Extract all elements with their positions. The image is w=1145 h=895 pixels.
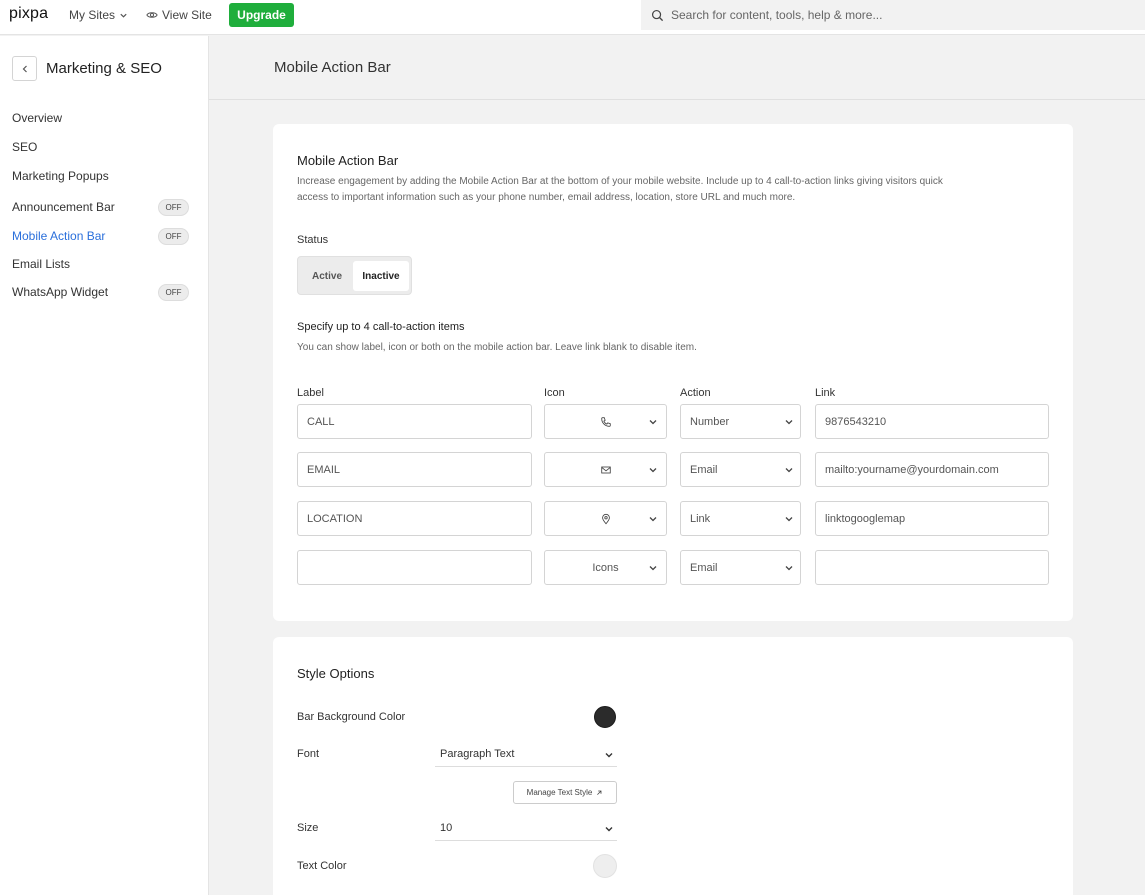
style-options-card: Style Options Bar Background Color Font …	[273, 637, 1073, 895]
cta-icon-select[interactable]	[544, 404, 667, 439]
cta-icon-select[interactable]	[544, 452, 667, 487]
cta-label-input[interactable]	[297, 550, 532, 585]
envelope-icon	[600, 466, 611, 473]
map-pin-icon	[601, 513, 610, 524]
chevron-down-icon	[785, 419, 793, 424]
search-icon	[651, 9, 664, 21]
page-title: Mobile Action Bar	[274, 59, 391, 76]
sidebar-item-marketing-popups[interactable]: Marketing Popups	[12, 166, 189, 186]
search-input[interactable]	[671, 8, 1111, 22]
cta-link-input[interactable]	[815, 550, 1049, 585]
status-active-option[interactable]: Active	[302, 261, 352, 291]
cta-title: Specify up to 4 call-to-action items	[297, 321, 465, 333]
status-badge: OFF	[158, 227, 189, 245]
chevron-down-icon	[120, 13, 127, 18]
sidebar-item-email-lists[interactable]: Email Lists	[12, 254, 189, 274]
top-bar: pixpa My Sites View Site Upgrade	[0, 0, 1145, 35]
my-sites-label: My Sites	[69, 8, 116, 22]
search-bar[interactable]	[641, 0, 1145, 30]
chevron-down-icon	[785, 565, 793, 570]
chevron-down-icon	[785, 467, 793, 472]
sidebar-item-label: Marketing Popups	[12, 169, 109, 183]
sidebar-item-label: Email Lists	[12, 257, 71, 271]
sidebar: Marketing & SEO Overview SEO Marketing P…	[0, 36, 209, 895]
my-sites-menu[interactable]: My Sites	[69, 8, 128, 22]
chevron-down-icon	[605, 827, 613, 832]
icon-select-placeholder: Icons	[592, 561, 619, 574]
view-site-label: View Site	[162, 8, 212, 22]
status-inactive-option[interactable]: Inactive	[353, 261, 409, 291]
cta-label-input[interactable]: LOCATION	[297, 501, 532, 536]
chevron-down-icon	[649, 420, 657, 425]
sidebar-item-label: SEO	[12, 140, 38, 154]
cta-description: You can show label, icon or both on the …	[297, 342, 697, 353]
pixpa-logo[interactable]: pixpa	[9, 5, 48, 23]
font-select[interactable]: Paragraph Text	[435, 741, 617, 767]
cta-link-input[interactable]: linktogooglemap	[815, 501, 1049, 536]
cta-label-input[interactable]: CALL	[297, 404, 532, 439]
sidebar-item-label: Mobile Action Bar	[12, 229, 106, 243]
column-header-link: Link	[815, 387, 836, 399]
phone-icon	[600, 416, 611, 427]
upgrade-button[interactable]: Upgrade	[229, 3, 294, 27]
sidebar-item-announcement-bar[interactable]: Announcement Bar OFF	[12, 197, 189, 217]
style-options-title: Style Options	[297, 666, 375, 681]
cta-icon-select[interactable]	[544, 501, 667, 536]
font-label: Font	[297, 748, 320, 760]
cta-action-select[interactable]: Email	[680, 452, 801, 487]
sidebar-item-whatsapp-widget[interactable]: WhatsApp Widget OFF	[12, 282, 189, 302]
status-toggle: Active Inactive	[297, 256, 412, 295]
cta-link-input[interactable]: mailto:yourname@yourdomain.com	[815, 452, 1049, 487]
eye-icon	[146, 12, 158, 18]
sidebar-item-label: Announcement Bar	[12, 200, 115, 214]
status-label: Status	[297, 234, 329, 246]
size-label: Size	[297, 822, 319, 834]
sidebar-item-label: WhatsApp Widget	[12, 285, 109, 299]
chevron-down-icon	[605, 753, 613, 758]
cta-icon-select[interactable]: Icons	[544, 550, 667, 585]
column-header-icon: Icon	[544, 387, 565, 399]
back-button[interactable]	[12, 56, 37, 81]
sidebar-title: Marketing & SEO	[46, 60, 162, 77]
section-description: Increase engagement by adding the Mobile…	[297, 176, 943, 203]
sidebar-item-overview[interactable]: Overview	[12, 108, 189, 128]
cta-action-select[interactable]: Link	[680, 501, 801, 536]
status-badge: OFF	[158, 198, 189, 216]
cta-link-input[interactable]: 9876543210	[815, 404, 1049, 439]
text-color-swatch[interactable]	[593, 854, 617, 878]
section-title: Mobile Action Bar	[297, 153, 399, 168]
bar-background-color-label: Bar Background Color	[297, 711, 406, 723]
chevron-down-icon	[785, 516, 793, 521]
chevron-down-icon	[649, 468, 657, 473]
mobile-action-bar-card: Mobile Action Bar Increase engagement by…	[273, 124, 1073, 621]
status-badge: OFF	[158, 283, 189, 301]
view-site-link[interactable]: View Site	[146, 8, 212, 22]
chevron-down-icon	[649, 517, 657, 522]
size-select[interactable]: 10	[435, 815, 617, 841]
sidebar-item-seo[interactable]: SEO	[12, 137, 189, 157]
cta-action-select[interactable]: Email	[680, 550, 801, 585]
sidebar-item-label: Overview	[12, 111, 63, 125]
column-header-action: Action	[680, 387, 711, 399]
bar-background-color-swatch[interactable]	[594, 706, 616, 728]
manage-text-style-button[interactable]: Manage Text Style	[513, 781, 617, 804]
column-header-label: Label	[297, 387, 324, 399]
cta-label-input[interactable]: EMAIL	[297, 452, 532, 487]
chevron-left-icon	[22, 65, 27, 72]
cta-action-select[interactable]: Number	[680, 404, 801, 439]
chevron-down-icon	[649, 566, 657, 571]
sidebar-item-mobile-action-bar[interactable]: Mobile Action Bar OFF	[12, 226, 189, 246]
external-link-icon	[597, 790, 602, 795]
main-header: Mobile Action Bar	[209, 36, 1145, 100]
text-color-label: Text Color	[297, 860, 347, 872]
